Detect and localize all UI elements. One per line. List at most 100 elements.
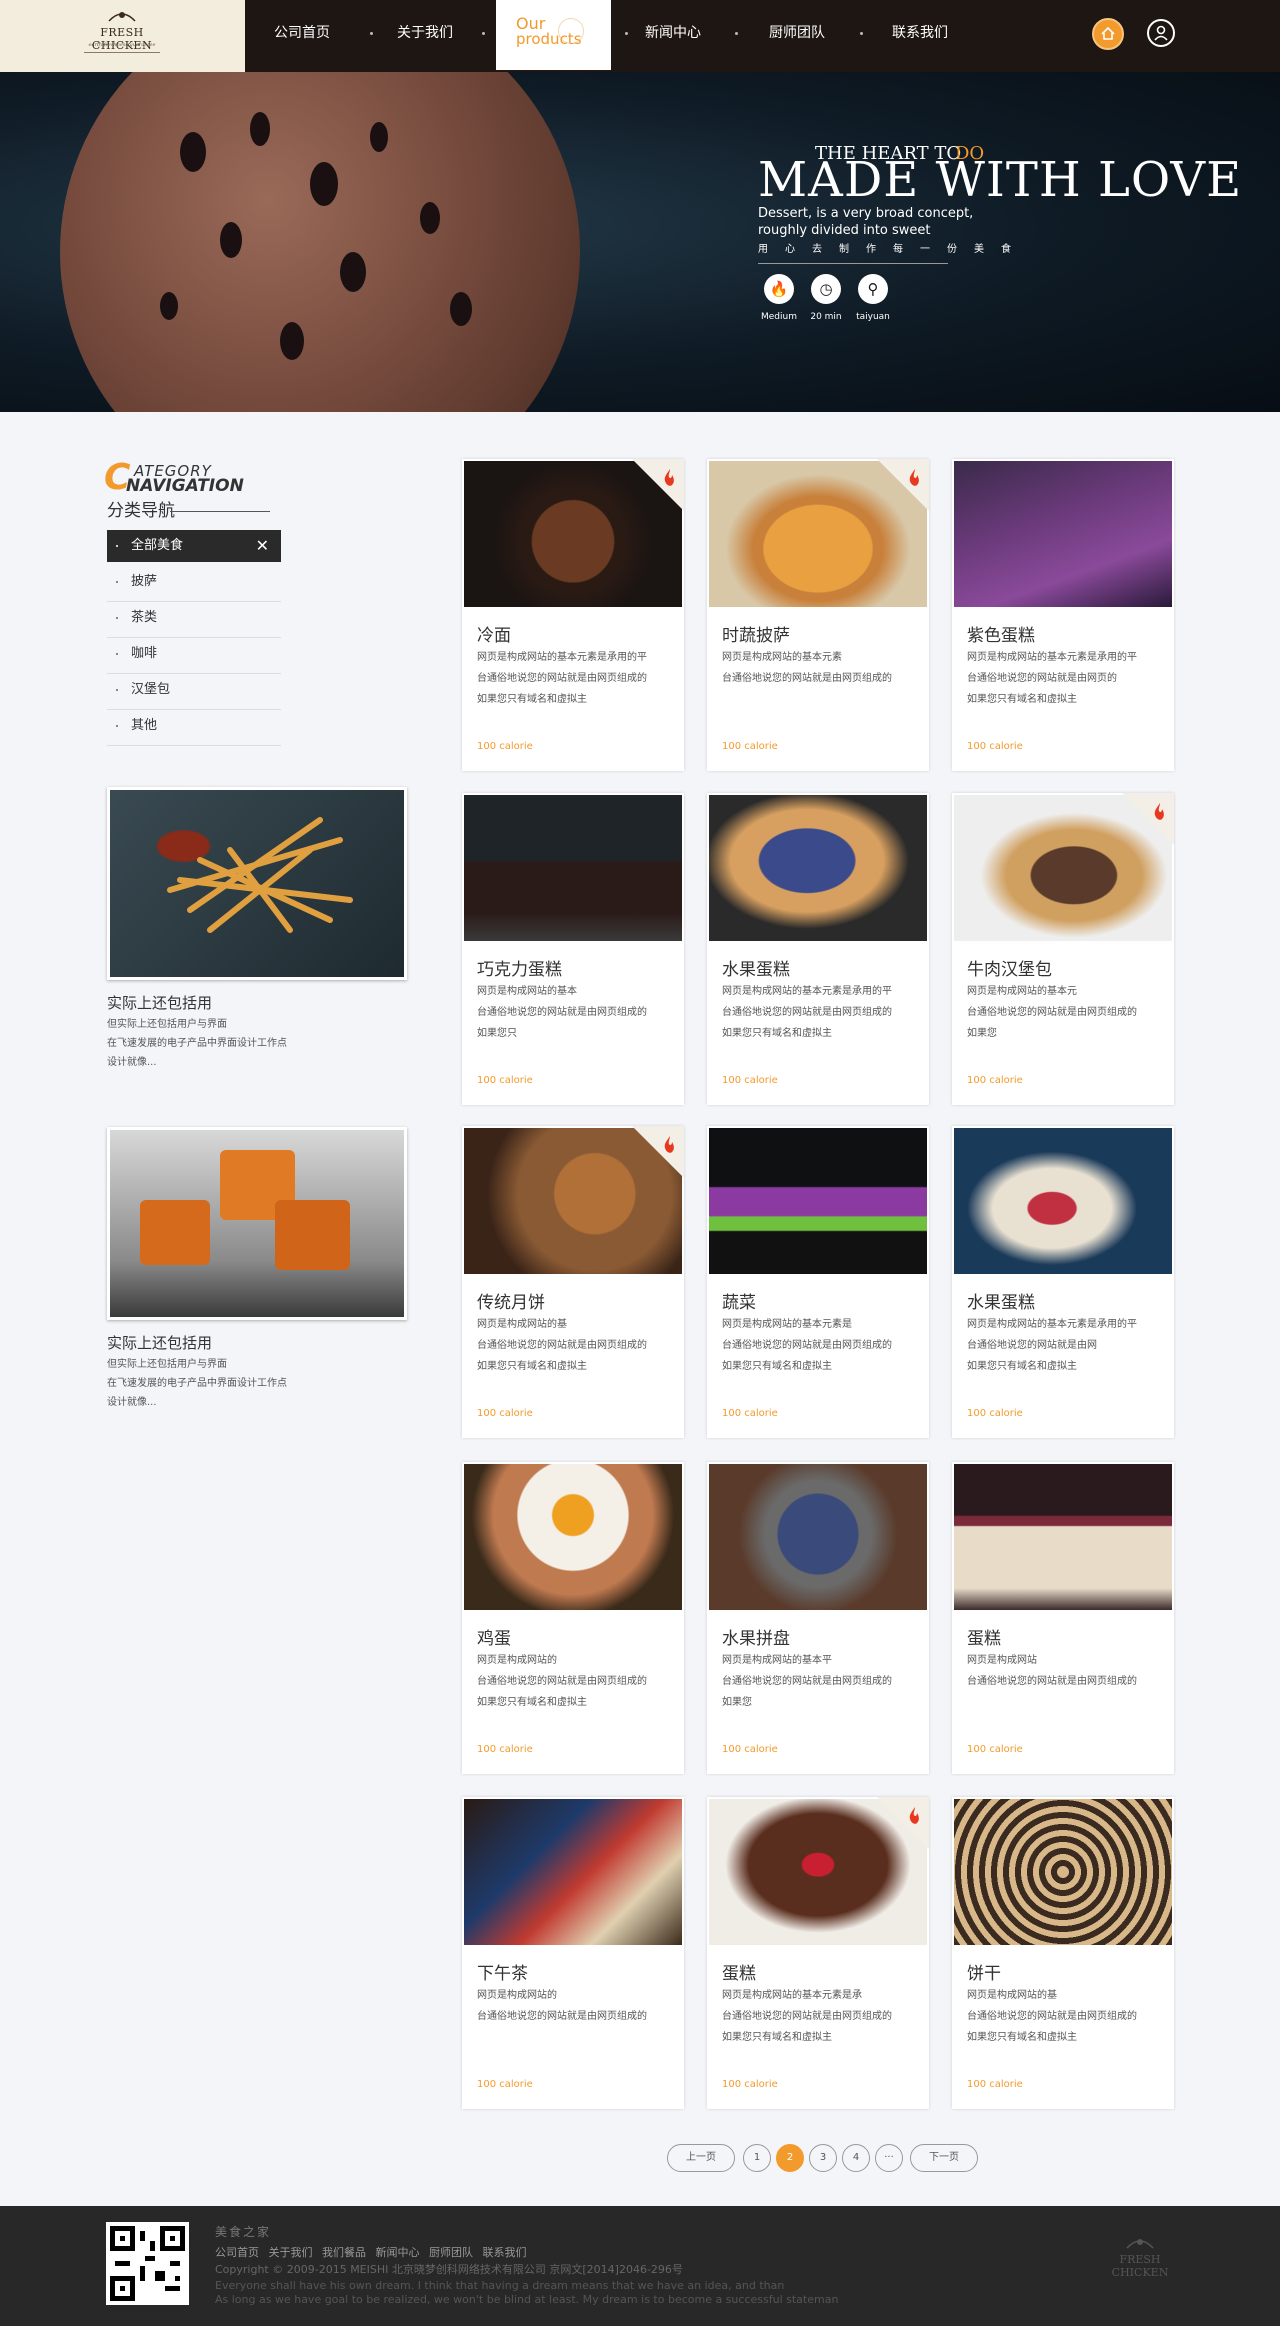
product-image[interactable]	[954, 461, 1172, 607]
product-desc-line: 网页是构成网站的基	[477, 1319, 567, 1330]
footer-link-about[interactable]: 关于我们	[269, 2246, 313, 2259]
category-label: 披萨	[131, 574, 158, 589]
category-item-coffee[interactable]: 咖啡	[107, 638, 281, 674]
footer-link-news[interactable]: 新闻中心	[376, 2246, 420, 2259]
nav-home[interactable]: 公司首页	[262, 0, 342, 72]
product-card[interactable]: 时蔬披萨 网页是构成网站的基本元素 台通俗地说您的网站就是由网页组成的 100 cal…	[707, 459, 929, 771]
product-title[interactable]: 牛肉汉堡包	[967, 955, 1052, 980]
page-button-current[interactable]: 2	[776, 2144, 804, 2172]
logo-divider	[84, 52, 160, 53]
product-desc-line: 如果您只有域名和虚拟主	[477, 1361, 587, 1372]
user-icon	[1154, 25, 1168, 41]
nav-news[interactable]: 新闻中心	[633, 0, 713, 72]
product-card[interactable]: 牛肉汉堡包 网页是构成网站的基本元 台通俗地说您的网站就是由网页组成的 如果您 100 …	[952, 793, 1174, 1105]
product-image[interactable]	[709, 1128, 927, 1274]
caramel-image[interactable]	[107, 1127, 407, 1320]
product-title[interactable]: 水果蛋糕	[722, 955, 790, 980]
product-title[interactable]: 时蔬披萨	[722, 621, 790, 646]
product-title[interactable]: 传统月饼	[477, 1288, 545, 1313]
product-title[interactable]: 蛋糕	[722, 1959, 756, 1984]
product-title[interactable]: 饼干	[967, 1959, 1001, 1984]
prev-page-button[interactable]: 上一页	[667, 2144, 735, 2172]
home-button[interactable]	[1092, 18, 1124, 50]
product-card[interactable]: 传统月饼 网页是构成网站的基 台通俗地说您的网站就是由网页组成的 如果您只有域名和虚拟…	[462, 1126, 684, 1438]
product-image[interactable]	[464, 795, 682, 941]
category-item-other[interactable]: 其他	[107, 710, 281, 746]
product-description: 网页是构成网站的基本元素是承用的平 台通俗地说您的网站就是由网 如果您只有域名和虚拟…	[967, 1314, 1167, 1377]
category-item-pizza[interactable]: 披萨	[107, 566, 281, 602]
product-title[interactable]: 蔬菜	[722, 1288, 756, 1313]
product-title[interactable]: 水果拼盘	[722, 1624, 790, 1649]
product-card[interactable]: 鸡蛋 网页是构成网站的 台通俗地说您的网站就是由网页组成的 如果您只有域名和虚拟主 10…	[462, 1462, 684, 1774]
product-image[interactable]	[954, 1128, 1172, 1274]
product-calorie: 100 calorie	[967, 1075, 1023, 1086]
footer-link-products[interactable]: 我们餐品	[322, 2246, 366, 2259]
product-title[interactable]: 水果蛋糕	[967, 1288, 1035, 1313]
product-image[interactable]	[709, 795, 927, 941]
site-footer: 美食之家 公司首页 关于我们 我们餐品 新闻中心 厨师团队 联系我们 Copyr…	[0, 2206, 1280, 2326]
next-page-button[interactable]: 下一页	[910, 2144, 978, 2172]
product-card[interactable]: 饼干 网页是构成网站的基 台通俗地说您的网站就是由网页组成的 如果您只有域名和虚拟主 1…	[952, 1797, 1174, 2109]
product-title[interactable]: 鸡蛋	[477, 1624, 511, 1649]
category-label: 茶类	[131, 610, 158, 625]
feature-desc-line: 在飞速发展的电子产品中界面设计工作点	[107, 1038, 287, 1049]
category-item-burger[interactable]: 汉堡包	[107, 674, 281, 710]
product-title[interactable]: 下午茶	[477, 1959, 528, 1984]
product-desc-line: 台通俗地说您的网站就是由网页组成的	[722, 1007, 892, 1018]
product-card[interactable]: 水果蛋糕 网页是构成网站的基本元素是承用的平 台通俗地说您的网站就是由网 如果您只有域…	[952, 1126, 1174, 1438]
footer-logo: FRESH CHICKEN	[1100, 2236, 1180, 2279]
product-card[interactable]: 水果拼盘 网页是构成网站的基本平 台通俗地说您的网站就是由网页组成的 如果您 100 c…	[707, 1462, 929, 1774]
nav-chefs[interactable]: 厨师团队	[757, 0, 837, 72]
feature-title[interactable]: 实际上还包括用	[107, 1332, 212, 1353]
feature-title[interactable]: 实际上还包括用	[107, 992, 212, 1013]
product-title[interactable]: 蛋糕	[967, 1624, 1001, 1649]
product-card[interactable]: 蔬菜 网页是构成网站的基本元素是 台通俗地说您的网站就是由网页组成的 如果您只有域名和…	[707, 1126, 929, 1438]
flame-icon: 🔥	[764, 274, 794, 304]
product-desc-line: 如果您只有域名和虚拟主	[477, 694, 587, 705]
product-calorie: 100 calorie	[967, 741, 1023, 752]
home-icon	[1101, 26, 1115, 40]
logo[interactable]: FRESH CHICKEN earth freshness guarantee	[0, 0, 245, 72]
pagination: 上一页 1 2 3 4 ··· 下一页	[0, 2144, 1280, 2174]
product-card[interactable]: 紫色蛋糕 网页是构成网站的基本元素是承用的平 台通俗地说您的网站就是由网页的 如果您只…	[952, 459, 1174, 771]
product-image[interactable]	[709, 1464, 927, 1610]
bullet-icon	[116, 617, 118, 619]
product-title[interactable]: 巧克力蛋糕	[477, 955, 562, 980]
product-card[interactable]: 冷面 网页是构成网站的基本元素是承用的平 台通俗地说您的网站就是由网页组成的 如果您只…	[462, 459, 684, 771]
footer-link-chefs[interactable]: 厨师团队	[429, 2246, 473, 2259]
product-desc-line: 如果您只有域名和虚拟主	[967, 2032, 1077, 2043]
page-button[interactable]: 3	[809, 2144, 837, 2172]
nav-about[interactable]: 关于我们	[385, 0, 465, 72]
nav-products-active[interactable]: Our products	[496, 0, 611, 70]
footer-link-home[interactable]: 公司首页	[215, 2246, 259, 2259]
hero-icon-label: Medium	[761, 312, 797, 322]
category-item-tea[interactable]: 茶类	[107, 602, 281, 638]
hero-icon-label: taiyuan	[856, 312, 890, 322]
product-image[interactable]	[464, 1464, 682, 1610]
product-title[interactable]: 紫色蛋糕	[967, 621, 1035, 646]
product-card[interactable]: 水果蛋糕 网页是构成网站的基本元素是承用的平 台通俗地说您的网站就是由网页组成的 如果…	[707, 793, 929, 1105]
feature-desc-line: 但实际上还包括用户与界面	[107, 1359, 227, 1370]
product-card[interactable]: 巧克力蛋糕 网页是构成网站的基本 台通俗地说您的网站就是由网页组成的 如果您只 100 …	[462, 793, 684, 1105]
category-item-all[interactable]: 全部美食 ✕	[107, 530, 281, 562]
product-desc-line: 台通俗地说您的网站就是由网页组成的	[722, 1676, 892, 1687]
page-button[interactable]: 4	[842, 2144, 870, 2172]
product-image[interactable]	[954, 1464, 1172, 1610]
product-desc-line: 台通俗地说您的网站就是由网页组成的	[967, 1007, 1137, 1018]
footer-link-contact[interactable]: 联系我们	[483, 2246, 527, 2259]
product-calorie: 100 calorie	[477, 2079, 533, 2090]
page-ellipsis[interactable]: ···	[875, 2144, 903, 2172]
product-image[interactable]	[954, 1799, 1172, 1945]
nav-contact[interactable]: 联系我们	[880, 0, 960, 72]
product-title[interactable]: 冷面	[477, 621, 511, 646]
product-image[interactable]	[464, 1799, 682, 1945]
user-button[interactable]	[1147, 19, 1175, 47]
page-button[interactable]: 1	[743, 2144, 771, 2172]
product-card[interactable]: 下午茶 网页是构成网站的 台通俗地说您的网站就是由网页组成的 100 calorie	[462, 1797, 684, 2109]
product-desc-line: 如果您只	[477, 1028, 517, 1039]
product-calorie: 100 calorie	[967, 2079, 1023, 2090]
fries-image[interactable]	[107, 787, 407, 980]
product-card[interactable]: 蛋糕 网页是构成网站的基本元素是承 台通俗地说您的网站就是由网页组成的 如果您只有域名…	[707, 1797, 929, 2109]
footer-brand: 美食之家	[215, 2225, 272, 2239]
product-card[interactable]: 蛋糕 网页是构成网站 台通俗地说您的网站就是由网页组成的 100 calorie	[952, 1462, 1174, 1774]
